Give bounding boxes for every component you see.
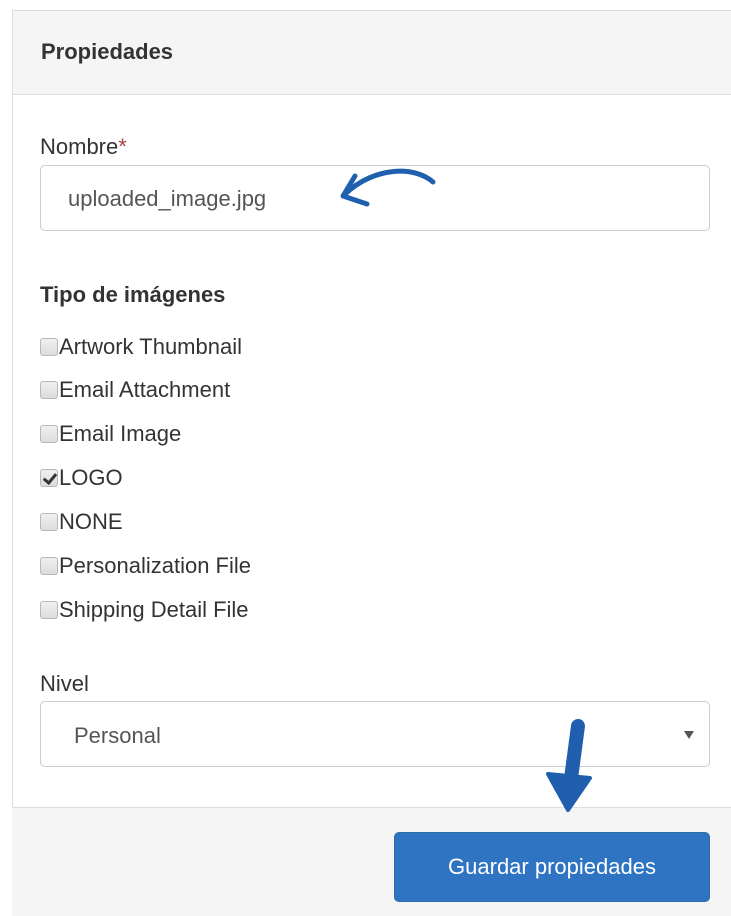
name-label: Nombre*	[40, 134, 127, 160]
panel-title: Propiedades	[41, 39, 174, 64]
checkbox-label: Shipping Detail File	[59, 597, 249, 622]
chevron-down-icon	[684, 731, 694, 739]
checkbox-box[interactable]	[40, 601, 58, 619]
checkbox-label: Personalization File	[59, 553, 251, 578]
checkbox-label: LOGO	[59, 465, 123, 490]
checkbox-box-checked[interactable]	[40, 469, 58, 487]
checkbox-label: Email Image	[59, 421, 182, 446]
name-label-text: Nombre	[40, 134, 119, 159]
checkbox-label: NONE	[59, 509, 123, 534]
panel-heading: Propiedades	[13, 11, 731, 95]
checkbox-box[interactable]	[40, 425, 58, 443]
curved-arrow-left-icon	[340, 168, 436, 207]
image-types-title: Tipo de imágenes	[40, 282, 226, 307]
arrow-down-icon	[546, 719, 592, 812]
checkbox-box[interactable]	[40, 513, 58, 531]
checkbox-box[interactable]	[40, 557, 58, 575]
level-select-value: Personal	[74, 723, 161, 748]
checkbox-label: Artwork Thumbnail	[59, 334, 242, 359]
checkbox-label: Email Attachment	[59, 377, 231, 402]
checkbox-box[interactable]	[40, 381, 58, 399]
required-marker: *	[118, 134, 127, 159]
name-input-value: uploaded_image.jpg	[68, 186, 267, 211]
level-label: Nivel	[40, 671, 89, 696]
save-properties-button[interactable]: Guardar propiedades	[394, 832, 710, 902]
checkbox-box[interactable]	[40, 338, 58, 356]
